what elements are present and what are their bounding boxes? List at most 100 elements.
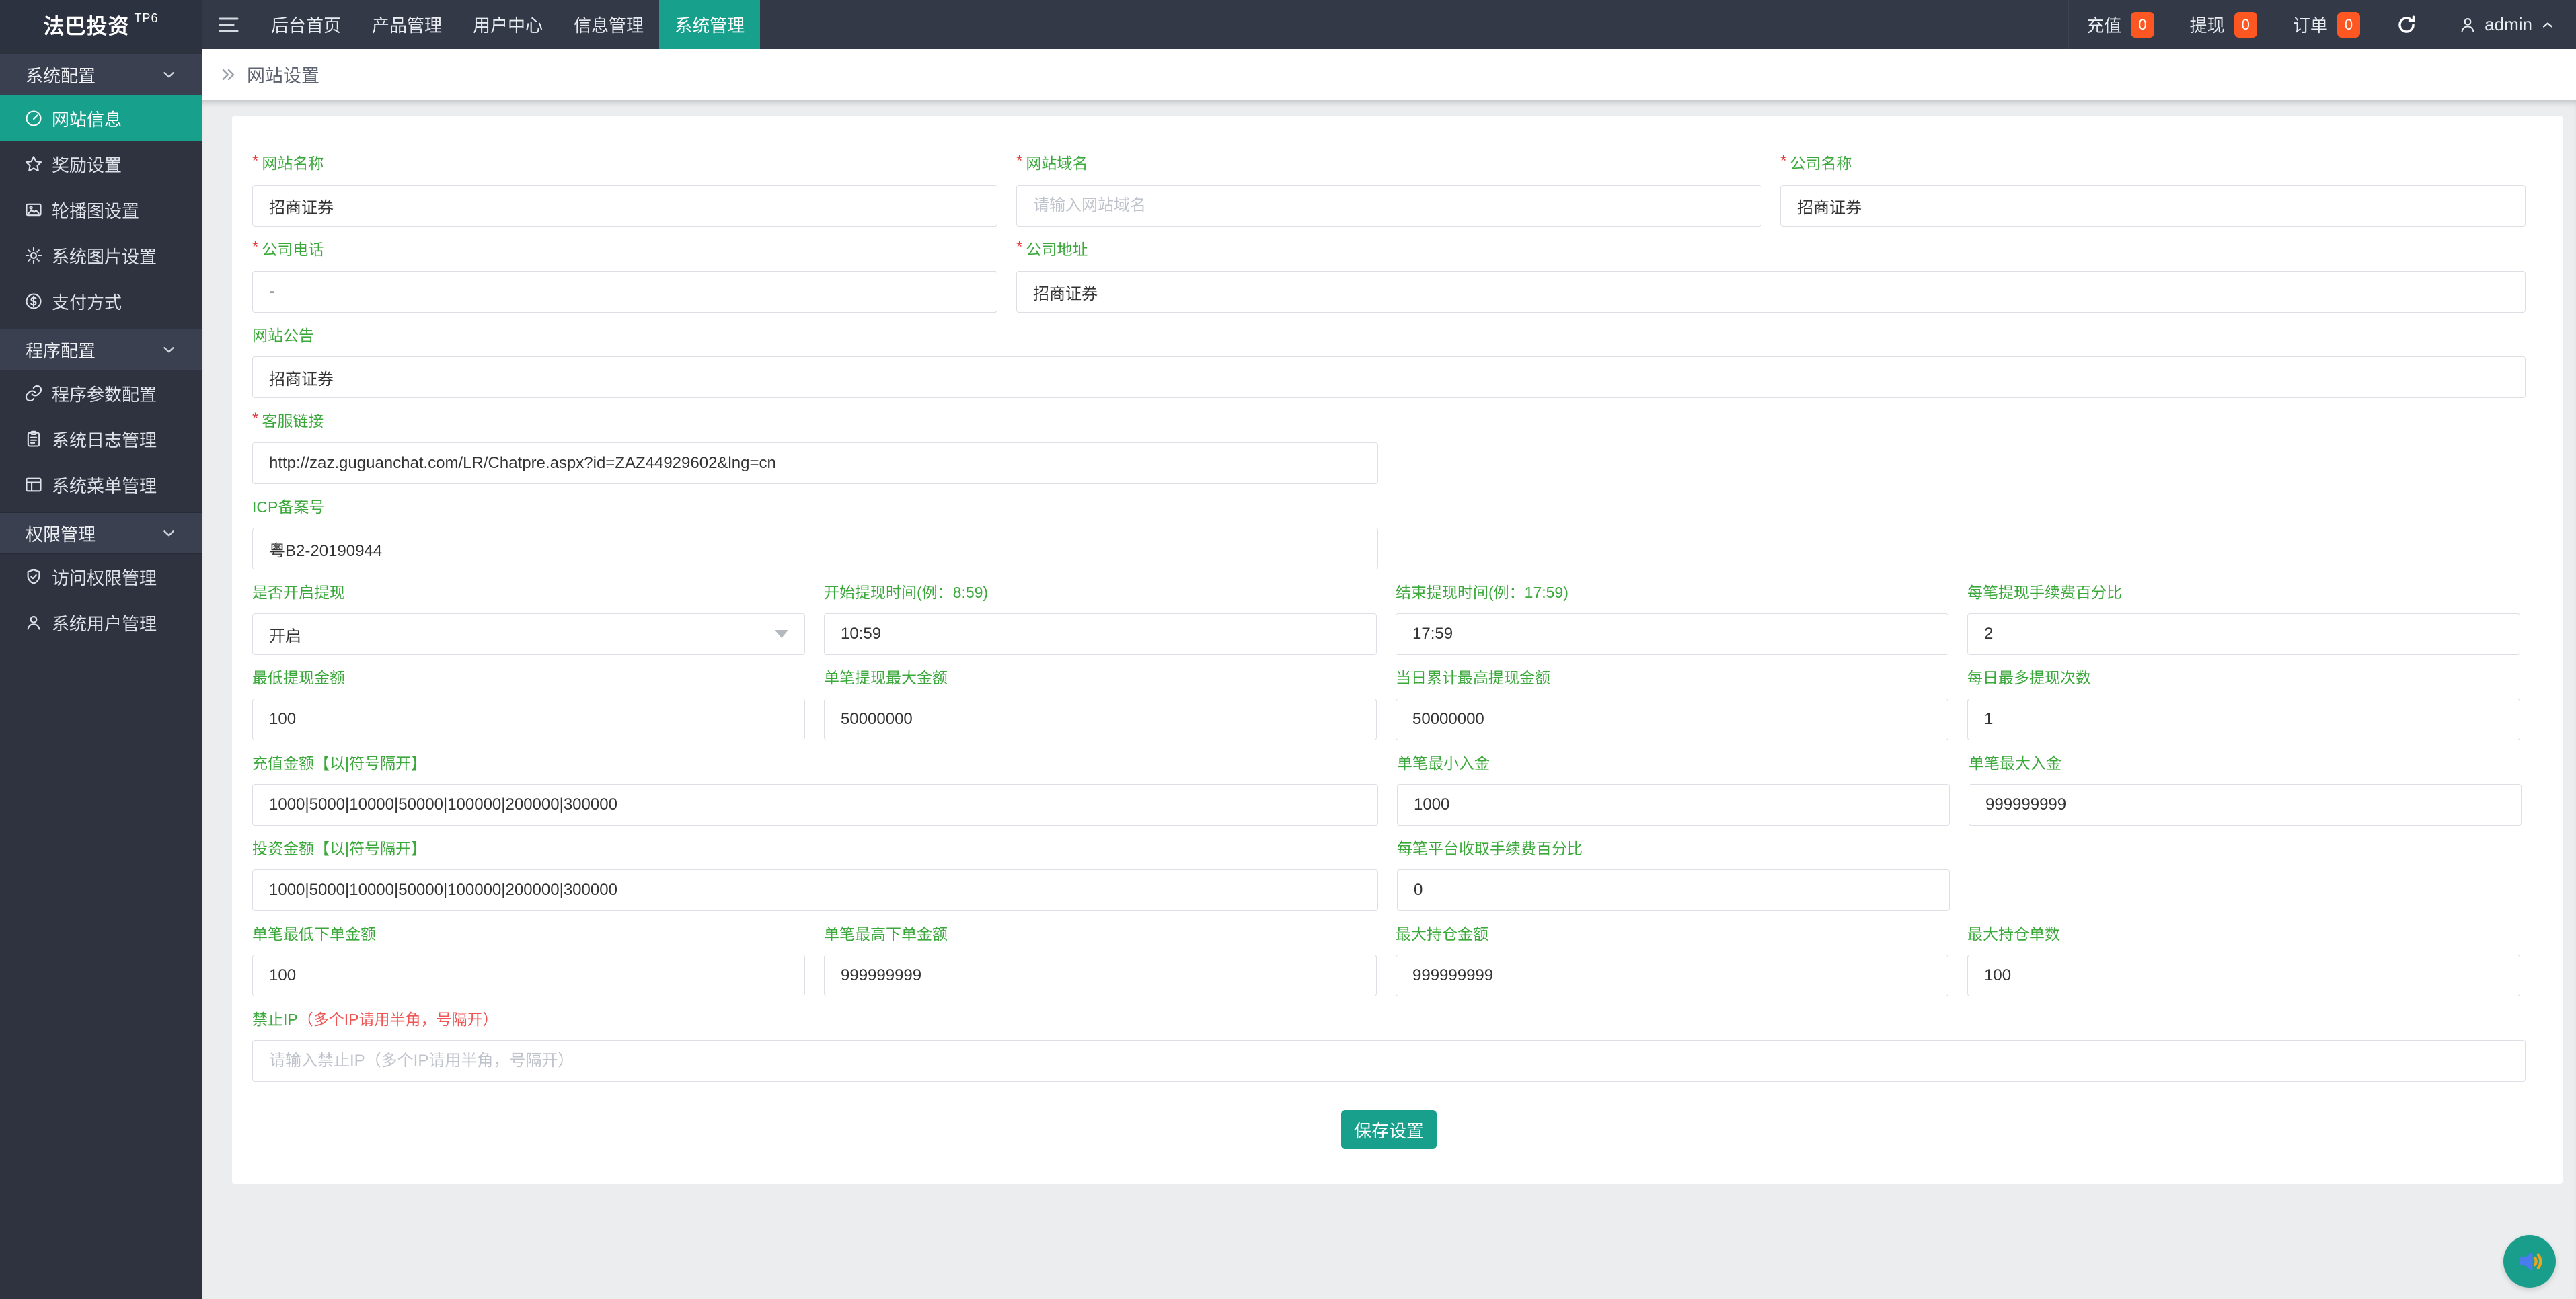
platform-fee-pct-input[interactable] xyxy=(1397,869,1950,911)
site-notice-input[interactable] xyxy=(252,356,2526,398)
sidebar-item-program-params[interactable]: 程序参数配置 xyxy=(0,370,202,416)
sound-fab-button[interactable] xyxy=(2503,1235,2556,1288)
field-withdraw-max-single: 单笔提现最大金额 xyxy=(824,669,1377,740)
field-label: 最低提现金额 xyxy=(252,669,345,686)
forbidden-ip-input[interactable] xyxy=(252,1040,2526,1082)
field-service-link: *客服链接 xyxy=(252,412,1378,484)
speaker-icon xyxy=(2515,1247,2544,1276)
double-chevron-right-icon xyxy=(219,65,238,84)
withdraw-fee-pct-input[interactable] xyxy=(1967,613,2520,655)
field-label-note: （多个IP请用半角，号隔开） xyxy=(298,1011,498,1028)
refresh-icon[interactable] xyxy=(2378,0,2435,49)
field-deposit-min: 单笔最小入金 xyxy=(1397,754,1950,826)
service-link-input[interactable] xyxy=(252,442,1378,484)
field-site-name: *网站名称 xyxy=(252,155,997,227)
tab-label: 系统管理 xyxy=(675,12,745,37)
position-max-count-input[interactable] xyxy=(1967,955,2520,996)
hamburger-menu-icon[interactable] xyxy=(202,0,256,49)
company-address-input[interactable] xyxy=(1016,271,2526,313)
sidebar-item-label: 系统图片设置 xyxy=(52,243,157,268)
invest-amounts-input[interactable] xyxy=(252,869,1378,911)
tab-system[interactable]: 系统管理 xyxy=(659,0,760,49)
withdraw-times-daily-input[interactable] xyxy=(1967,699,2520,740)
withdraw-end-input[interactable] xyxy=(1396,613,1948,655)
company-name-input[interactable] xyxy=(1780,185,2526,227)
field-forbidden-ip: 禁止IP（多个IP请用半角，号隔开） xyxy=(252,1011,2526,1082)
withdraw-max-single-input[interactable] xyxy=(824,699,1377,740)
sidebar-item-system-logs[interactable]: 系统日志管理 xyxy=(0,416,202,462)
field-withdraw-max-daily: 当日累计最高提现金额 xyxy=(1396,669,1948,740)
sidebar-item-label: 支付方式 xyxy=(52,289,122,314)
field-label: 单笔最低下单金额 xyxy=(252,925,376,943)
tab-dashboard[interactable]: 后台首页 xyxy=(256,0,356,49)
sidebar-section-system-config[interactable]: 系统配置 xyxy=(0,54,202,95)
tab-products[interactable]: 产品管理 xyxy=(356,0,457,49)
section-title-label: 权限管理 xyxy=(26,521,96,546)
admin-user-menu[interactable]: admin xyxy=(2435,0,2576,49)
withdraw-min-input[interactable] xyxy=(252,699,805,740)
field-invest-amounts: 投资金额【以|符号隔开】 xyxy=(252,840,1378,911)
field-position-max-amount: 最大持仓金额 xyxy=(1396,925,1948,996)
sidebar-item-system-images[interactable]: 系统图片设置 xyxy=(0,233,202,278)
chevron-down-icon xyxy=(160,341,178,358)
main-area: 网站设置 *网站名称 *网站域名 *公司名称 xyxy=(202,49,2576,1299)
field-withdraw-min: 最低提现金额 xyxy=(252,669,805,740)
sidebar-item-payment-methods[interactable]: 支付方式 xyxy=(0,278,202,324)
tab-information[interactable]: 信息管理 xyxy=(558,0,659,49)
recharge-stat[interactable]: 充值 0 xyxy=(2068,0,2171,49)
company-phone-input[interactable] xyxy=(252,271,997,313)
field-label: 投资金额【以|符号隔开】 xyxy=(252,840,426,857)
app-logo-version: TP6 xyxy=(134,11,158,26)
admin-username: admin xyxy=(2485,14,2532,35)
field-company-name: *公司名称 xyxy=(1780,155,2526,227)
sidebar-item-label: 轮播图设置 xyxy=(52,198,139,223)
field-withdraw-start: 开始提现时间(例：8:59) xyxy=(824,584,1377,655)
deposit-max-input[interactable] xyxy=(1969,784,2522,826)
sidebar-item-system-users[interactable]: 系统用户管理 xyxy=(0,600,202,645)
sidebar-section-program-config[interactable]: 程序配置 xyxy=(0,329,202,370)
sidebar-item-site-info[interactable]: 网站信息 xyxy=(0,95,202,141)
breadcrumb: 网站设置 xyxy=(202,49,2576,100)
tab-label: 用户中心 xyxy=(473,12,543,37)
field-deposit-max: 单笔最大入金 xyxy=(1969,754,2522,826)
save-settings-button[interactable]: 保存设置 xyxy=(1341,1110,1437,1149)
required-marker: * xyxy=(252,239,258,256)
sidebar-item-label: 访问权限管理 xyxy=(52,565,157,590)
site-domain-input[interactable] xyxy=(1016,185,1761,227)
order-count-badge: 0 xyxy=(2337,12,2360,38)
tab-user-center[interactable]: 用户中心 xyxy=(457,0,558,49)
sidebar-item-carousel-settings[interactable]: 轮播图设置 xyxy=(0,187,202,233)
field-label: 当日累计最高提现金额 xyxy=(1396,669,1550,686)
position-max-amount-input[interactable] xyxy=(1396,955,1948,996)
withdraw-max-daily-input[interactable] xyxy=(1396,699,1948,740)
withdraw-enabled-select[interactable]: 开启 xyxy=(252,613,805,655)
dashboard-icon xyxy=(24,109,43,128)
field-recharge-amounts: 充值金额【以|符号隔开】 xyxy=(252,754,1378,826)
withdraw-stat[interactable]: 提现 0 xyxy=(2172,0,2275,49)
recharge-amounts-input[interactable] xyxy=(252,784,1378,826)
field-label: 网站域名 xyxy=(1026,155,1088,172)
field-label: 每日最多提现次数 xyxy=(1967,669,2091,686)
sidebar-section-permissions[interactable]: 权限管理 xyxy=(0,512,202,554)
field-label: 单笔最大入金 xyxy=(1969,754,2061,772)
withdraw-start-input[interactable] xyxy=(824,613,1377,655)
tab-label: 后台首页 xyxy=(271,12,341,37)
window-layout-icon xyxy=(24,475,43,494)
required-marker: * xyxy=(252,410,258,428)
icp-input[interactable] xyxy=(252,528,1378,569)
field-label: 是否开启提现 xyxy=(252,584,345,601)
image-icon xyxy=(24,200,43,219)
star-icon xyxy=(24,155,43,173)
sidebar-item-access-permissions[interactable]: 访问权限管理 xyxy=(0,554,202,600)
field-label: 公司名称 xyxy=(1790,155,1852,172)
sidebar-item-reward-settings[interactable]: 奖励设置 xyxy=(0,141,202,187)
sidebar-item-system-menus[interactable]: 系统菜单管理 xyxy=(0,462,202,508)
field-label: 公司电话 xyxy=(262,241,324,258)
deposit-min-input[interactable] xyxy=(1397,784,1950,826)
field-withdraw-end: 结束提现时间(例：17:59) xyxy=(1396,584,1948,655)
order-stat[interactable]: 订单 0 xyxy=(2275,0,2378,49)
site-name-input[interactable] xyxy=(252,185,997,227)
chevron-down-icon xyxy=(160,524,178,542)
order-min-input[interactable] xyxy=(252,955,805,996)
order-max-input[interactable] xyxy=(824,955,1377,996)
